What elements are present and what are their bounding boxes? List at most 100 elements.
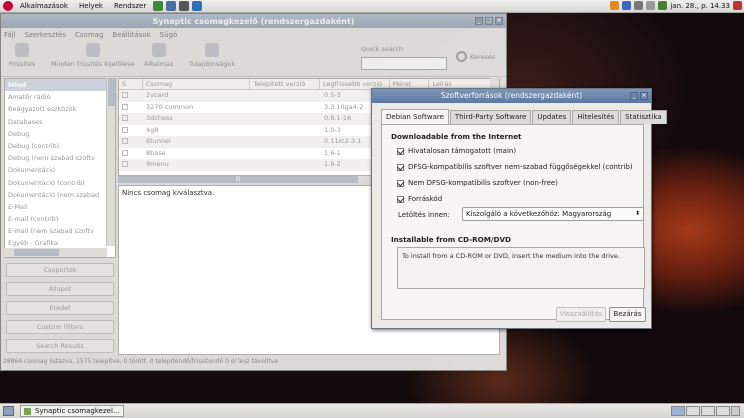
section-item[interactable]: Debug (contrib) xyxy=(5,140,115,152)
download-server-select[interactable]: Kiszolgáló a következőhöz: Magyarország ⬍ xyxy=(462,207,644,221)
status-cell[interactable] xyxy=(119,90,143,102)
status-cell[interactable] xyxy=(119,102,143,114)
cdrom-list[interactable]: To install from a CD-ROM or DVD, insert … xyxy=(397,247,645,289)
shutdown-icon[interactable] xyxy=(733,1,742,10)
dialog-minimize-button[interactable]: _ xyxy=(630,92,638,100)
status-cell[interactable] xyxy=(119,113,143,125)
tab-debian-software[interactable]: Debian Software xyxy=(381,109,449,124)
properties-button[interactable]: Tulajdonságok xyxy=(189,43,235,68)
col-package[interactable]: Csomag xyxy=(143,79,251,89)
workspace-1[interactable] xyxy=(671,406,685,416)
filter-sections-button[interactable]: Csoportok xyxy=(6,263,114,277)
menu-file[interactable]: Fájl xyxy=(4,31,16,39)
trash-icon[interactable] xyxy=(731,406,740,416)
section-item[interactable]: E-mail (nem szabad szoftv xyxy=(5,225,115,237)
checkbox-mark xyxy=(397,163,404,171)
tab-authentication[interactable]: Hitelesítés xyxy=(572,110,620,124)
volume-icon[interactable] xyxy=(646,1,656,10)
synaptic-titlebar[interactable]: Synaptic csomagkezelő (rendszergazdaként… xyxy=(1,14,506,28)
sections-list[interactable]: Mind Amatőr rádió Beágyazott eszközök Datab… xyxy=(4,78,116,258)
workspace-4[interactable] xyxy=(716,406,730,416)
col-status[interactable]: S xyxy=(119,79,143,89)
package-name: 4g8 xyxy=(146,125,159,134)
clock[interactable]: jan. 28., p. 14.33 xyxy=(670,2,730,10)
section-item[interactable]: E-Mail xyxy=(5,201,115,213)
status-cell[interactable] xyxy=(119,148,143,160)
contrib-checkbox[interactable]: DFSG-kompatibilis szoftver nem-szabad fü… xyxy=(397,163,633,171)
section-item[interactable]: Dokumentáció (contrib) xyxy=(5,177,115,189)
section-item[interactable]: Dokumentáció (nem szabad xyxy=(5,189,115,201)
taskbar-synaptic[interactable]: Synaptic csomagkezel... xyxy=(20,405,124,417)
workspace-switcher xyxy=(671,406,740,416)
search-button[interactable]: Keresés xyxy=(456,51,495,62)
non-free-checkbox[interactable]: Nem DFSG-kompatibilis szoftver (non-free… xyxy=(397,179,558,187)
bluetooth-icon[interactable] xyxy=(622,1,632,10)
apply-button[interactable]: Alkalmaz xyxy=(144,43,173,68)
terminal-launcher-icon[interactable] xyxy=(179,1,190,11)
battery-icon[interactable] xyxy=(658,1,668,10)
section-item[interactable]: Debug xyxy=(5,128,115,140)
tab-third-party-software[interactable]: Third-Party Software xyxy=(449,110,532,124)
close-window-button[interactable]: × xyxy=(495,17,503,25)
checkbox-icon xyxy=(122,92,128,98)
sections-vertical-scrollbar[interactable] xyxy=(106,78,115,246)
browser-launcher-icon[interactable] xyxy=(153,1,164,11)
status-cell[interactable] xyxy=(119,136,143,148)
dialog-titlebar[interactable]: Szoftverforrások (rendszergazdaként) _ × xyxy=(372,89,651,103)
tab-statistics[interactable]: Statisztika xyxy=(620,110,667,124)
window-title: Synaptic csomagkezelő (rendszergazdaként… xyxy=(152,16,355,26)
network-icon[interactable] xyxy=(634,1,644,10)
workspace-3[interactable] xyxy=(701,406,715,416)
section-item[interactable]: Debug (nem szabad szoftv xyxy=(5,152,115,164)
source-code-checkbox[interactable]: Forráskód xyxy=(397,195,442,203)
dialog-close-button[interactable]: × xyxy=(640,92,648,100)
menu-applications[interactable]: Alkalmazások xyxy=(16,2,72,10)
section-item[interactable]: Dokumentáció xyxy=(5,164,115,176)
menu-edit[interactable]: Szerkesztés xyxy=(25,31,66,39)
update-notifier-icon[interactable] xyxy=(610,1,620,10)
software-sources-dialog: Szoftverforrások (rendszergazdaként) _ ×… xyxy=(371,88,667,329)
top-panel: Alkalmazások Helyek Rendszer jan. 28., p… xyxy=(0,0,744,13)
filter-status-button[interactable]: Állapot xyxy=(6,282,114,296)
debian-logo-icon[interactable] xyxy=(3,1,13,11)
reload-button[interactable]: Frissítés xyxy=(9,43,35,68)
tab-updates[interactable]: Updates xyxy=(532,110,572,124)
system-tray: jan. 28., p. 14.33 xyxy=(610,1,742,10)
menu-package[interactable]: Csomag xyxy=(75,31,103,39)
minimize-button[interactable]: _ xyxy=(475,17,483,25)
checkbox-icon xyxy=(122,138,128,144)
section-item[interactable]: Beágyazott eszközök xyxy=(5,103,115,115)
section-item[interactable]: Mind xyxy=(5,79,115,92)
toolbar: Frissítés Minden frissítés kijelölése Al… xyxy=(1,41,506,77)
quick-search-input[interactable] xyxy=(361,57,447,70)
show-desktop-icon[interactable] xyxy=(3,406,14,416)
workspace-2[interactable] xyxy=(686,406,700,416)
menu-help[interactable]: Súgó xyxy=(160,31,178,39)
main-checkbox[interactable]: Hivatalosan támogatott (main) xyxy=(397,147,516,155)
custom-filters-button[interactable]: Custom Filters xyxy=(6,320,114,334)
search-results-button[interactable]: Search Results xyxy=(6,339,114,353)
col-installed-version[interactable]: Telepített verzió xyxy=(250,79,320,89)
help-launcher-icon[interactable] xyxy=(192,1,203,11)
mark-all-upgrades-button[interactable]: Minden frissítés kijelölése xyxy=(51,43,135,68)
section-item[interactable]: Amatőr rádió xyxy=(5,91,115,103)
download-from-label: Letöltés innen: xyxy=(398,211,450,219)
mail-launcher-icon[interactable] xyxy=(166,1,177,11)
status-cell[interactable] xyxy=(119,159,143,171)
section-item[interactable]: E-mail (contrib) xyxy=(5,213,115,225)
filter-origin-button[interactable]: Eredet xyxy=(6,301,114,315)
menu-settings[interactable]: Beállítások xyxy=(112,31,150,39)
internet-section-heading: Downloadable from the Internet xyxy=(391,132,522,141)
sections-horizontal-scrollbar[interactable] xyxy=(4,248,107,257)
package-name: 6tunnel xyxy=(146,137,171,145)
revert-button[interactable]: Visszaállítás xyxy=(556,307,606,322)
checkbox-icon xyxy=(122,115,128,121)
checkbox-icon xyxy=(122,149,128,156)
status-cell[interactable] xyxy=(119,125,143,137)
installed-version xyxy=(251,113,321,125)
close-button[interactable]: Bezárás xyxy=(609,307,646,322)
menu-places[interactable]: Helyek xyxy=(75,2,107,10)
maximize-button[interactable]: □ xyxy=(485,17,493,25)
menu-system[interactable]: Rendszer xyxy=(110,2,150,10)
section-item[interactable]: Databases xyxy=(5,116,115,128)
